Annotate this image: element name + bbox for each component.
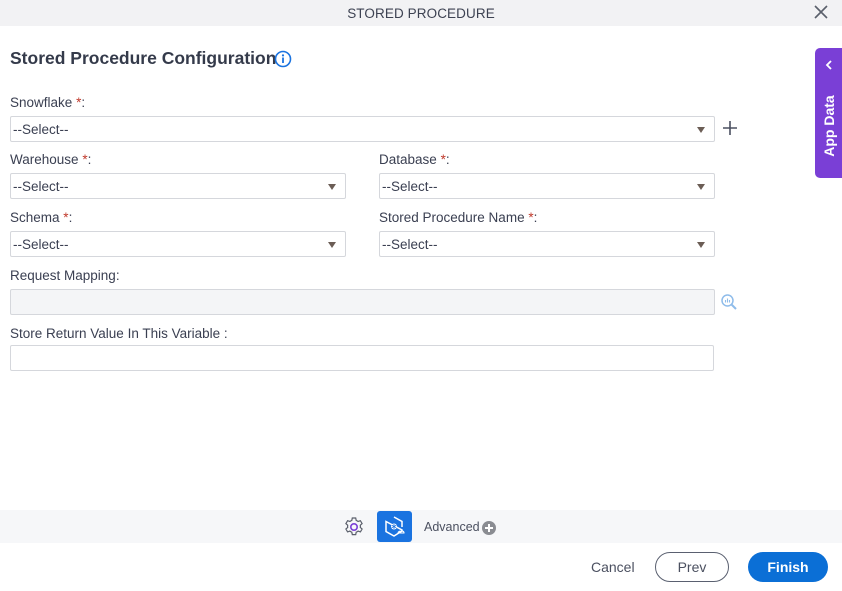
dialog-title: STORED PROCEDURE [347,6,495,21]
plus-circle-icon[interactable] [482,521,496,535]
label-suffix: : [68,210,73,225]
database-label-text: Database [379,152,437,167]
database-select-value: --Select-- [382,179,438,194]
request-mapping-label: Request Mapping: [10,268,120,283]
return-variable-input[interactable] [10,345,714,371]
schema-select-value: --Select-- [13,237,69,252]
finish-button[interactable]: Finish [748,552,828,582]
chevron-down-icon [328,242,336,248]
label-suffix: : [87,152,92,167]
chevron-down-icon [697,127,705,133]
chevron-down-icon [328,184,336,190]
chevron-left-icon [825,60,832,70]
cancel-button[interactable]: Cancel [591,559,635,575]
schema-label-text: Schema [10,210,60,225]
label-suffix: : [445,152,450,167]
dialog-titlebar: STORED PROCEDURE [0,0,842,26]
snowflake-select-value: --Select-- [13,122,69,137]
procedure-name-select[interactable]: --Select-- [379,231,715,257]
advanced-toggle[interactable]: Advanced [424,520,480,534]
warehouse-select-value: --Select-- [13,179,69,194]
schema-select[interactable]: --Select-- [10,231,346,257]
page-title: Stored Procedure Configuration [10,48,277,68]
procedure-name-label: Stored Procedure Name *: [379,210,537,225]
snowflake-activity-button[interactable] [377,511,412,542]
warehouse-label-text: Warehouse [10,152,79,167]
label-suffix: : [533,210,538,225]
procedure-name-label-text: Stored Procedure Name [379,210,525,225]
mapping-lookup-icon[interactable] [720,293,738,311]
close-icon[interactable] [812,3,830,21]
snowflake-label: Snowflake *: [10,95,85,110]
procedure-name-select-value: --Select-- [382,237,438,252]
bottom-toolbar [0,510,842,543]
snowflake-label-text: Snowflake [10,95,73,110]
app-data-label: App Data [821,95,837,157]
prev-button[interactable]: Prev [655,552,729,582]
chevron-down-icon [697,184,705,190]
schema-label: Schema *: [10,210,72,225]
database-label: Database *: [379,152,450,167]
app-data-panel-toggle[interactable]: App Data [815,48,842,178]
add-connection-plus-icon[interactable] [722,120,738,136]
info-icon[interactable] [274,50,292,68]
request-mapping-input[interactable] [10,289,715,315]
label-suffix: : [81,95,86,110]
return-variable-label: Store Return Value In This Variable : [10,326,228,341]
gear-icon[interactable] [343,516,365,538]
chevron-down-icon [697,242,705,248]
snowflake-select[interactable]: --Select-- [10,116,715,142]
warehouse-select[interactable]: --Select-- [10,173,346,199]
database-select[interactable]: --Select-- [379,173,715,199]
warehouse-label: Warehouse *: [10,152,91,167]
snowflake-hexagon-icon [385,516,405,537]
